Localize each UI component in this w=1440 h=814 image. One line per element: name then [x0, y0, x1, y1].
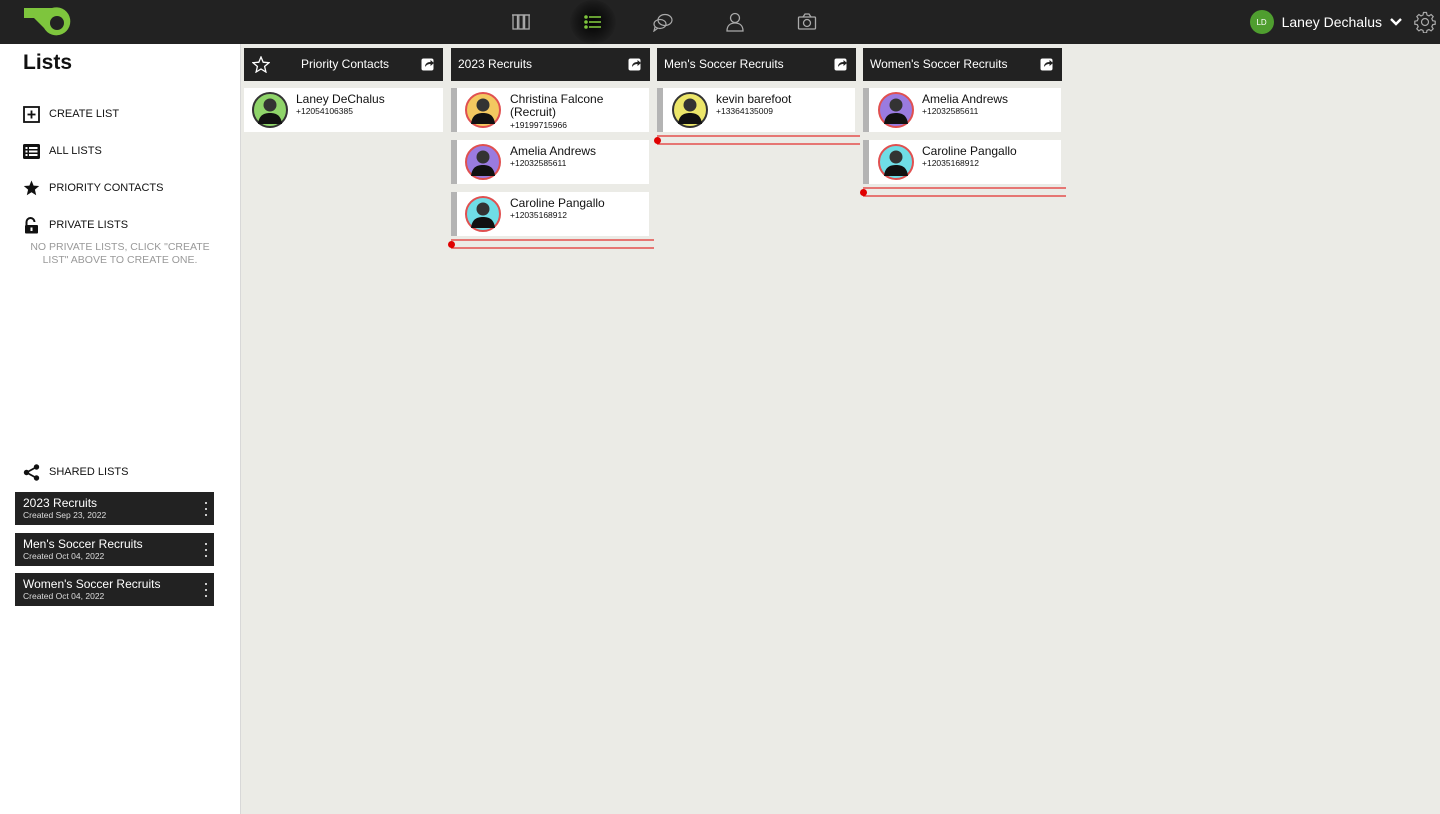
share-icon[interactable]: [1040, 57, 1054, 71]
plus-square-icon: [23, 105, 40, 123]
contact-name: Amelia Andrews: [510, 144, 597, 158]
unlock-icon: [25, 216, 38, 233]
list-icon: [23, 143, 40, 159]
contact-avatar: [465, 144, 501, 180]
shared-list-title: Women's Soccer Recruits: [23, 577, 161, 591]
create-list-label: CREATE LIST: [49, 108, 120, 120]
contact-card[interactable]: Christina Falcone (Recruit) +19199715966: [451, 88, 649, 132]
all-lists-label: ALL LISTS: [49, 145, 102, 157]
contact-phone: +12032585611: [922, 106, 979, 116]
list-column-title: Priority Contacts: [301, 57, 390, 71]
contact-card[interactable]: Caroline Pangallo +12035168912: [451, 192, 649, 236]
whistle-logo-icon[interactable]: [22, 4, 76, 40]
drop-indicator: [654, 135, 860, 145]
contact-avatar: [878, 92, 914, 128]
page-title: Lists: [23, 51, 73, 74]
shared-list-card[interactable]: Men's Soccer Recruits Created Oct 04, 20…: [15, 533, 214, 566]
contact-card[interactable]: Caroline Pangallo +12035168912: [863, 140, 1061, 184]
contacts-nav-icon[interactable]: [720, 7, 750, 37]
contact-phone: +12032585611: [510, 158, 567, 168]
list-column-header: Women's Soccer Recruits: [863, 48, 1062, 81]
list-column-header: Priority Contacts: [244, 48, 443, 81]
private-lists-label: PRIVATE LISTS: [49, 219, 129, 231]
user-name: Laney Dechalus: [1281, 14, 1382, 30]
share-icon[interactable]: [834, 57, 848, 71]
contact-phone: +12035168912: [510, 210, 567, 220]
list-column-2023-recruits: 2023 Recruits: [451, 48, 650, 81]
drop-indicator: [448, 239, 654, 249]
contact-card[interactable]: Laney DeChalus +12054106385: [244, 88, 443, 132]
chevron-down-icon: [1390, 18, 1402, 26]
priority-contacts-label: PRIORITY CONTACTS: [49, 182, 164, 194]
list-column-womens-soccer: Women's Soccer Recruits: [863, 48, 1062, 81]
drag-handle[interactable]: [451, 192, 457, 236]
contact-phone: +19199715966: [510, 120, 567, 130]
contact-name: Caroline Pangallo: [510, 196, 605, 210]
star-icon: [23, 180, 40, 196]
more-options-icon[interactable]: [204, 583, 208, 597]
private-lists-empty-message: NO PRIVATE LISTS, CLICK "CREATE LIST" AB…: [30, 241, 210, 266]
contact-avatar: [878, 144, 914, 180]
contact-name: Caroline Pangallo: [922, 144, 1017, 158]
contact-phone: +13364135009: [716, 106, 773, 116]
star-outline-icon[interactable]: [252, 56, 270, 73]
list-column-title: Women's Soccer Recruits: [870, 57, 1008, 71]
shared-list-card[interactable]: 2023 Recruits Created Sep 23, 2022: [15, 492, 214, 525]
lists-nav-icon[interactable]: [578, 7, 608, 37]
top-nav-bar: LD Laney Dechalus: [0, 0, 1440, 44]
columns-nav-icon[interactable]: [506, 7, 536, 37]
list-column-title: 2023 Recruits: [458, 57, 533, 71]
contact-name: kevin barefoot: [716, 92, 792, 106]
list-column-header: 2023 Recruits: [451, 48, 650, 81]
camera-nav-icon[interactable]: [792, 7, 822, 37]
shared-list-title: 2023 Recruits: [23, 496, 98, 510]
contact-name: Amelia Andrews: [922, 92, 1009, 106]
shared-list-title: Men's Soccer Recruits: [23, 537, 143, 551]
shared-lists-label: SHARED LISTS: [49, 466, 129, 478]
gear-icon[interactable]: [1414, 11, 1436, 33]
drag-handle[interactable]: [451, 140, 457, 184]
shared-list-created: Created Oct 04, 2022: [23, 591, 105, 601]
contact-card[interactable]: kevin barefoot +13364135009: [657, 88, 855, 132]
priority-contacts-button[interactable]: PRIORITY CONTACTS: [23, 178, 164, 198]
contact-card[interactable]: Amelia Andrews +12032585611: [863, 88, 1061, 132]
shared-list-created: Created Oct 04, 2022: [23, 551, 105, 561]
share-nodes-icon: [23, 463, 40, 481]
more-options-icon[interactable]: [204, 543, 208, 557]
drag-handle[interactable]: [451, 88, 457, 132]
contact-name: Christina Falcone (Recruit): [510, 92, 604, 119]
contact-name: Laney DeChalus: [296, 92, 385, 106]
contact-avatar: [465, 92, 501, 128]
shared-lists-header: SHARED LISTS: [23, 462, 128, 482]
contact-card[interactable]: Amelia Andrews +12032585611: [451, 140, 649, 184]
all-lists-button[interactable]: ALL LISTS: [23, 141, 102, 161]
more-options-icon[interactable]: [204, 502, 208, 516]
drag-handle[interactable]: [863, 88, 869, 132]
drag-handle[interactable]: [863, 140, 869, 184]
user-avatar: LD: [1249, 10, 1274, 34]
drop-indicator: [860, 187, 1066, 197]
private-lists-button[interactable]: PRIVATE LISTS: [23, 215, 128, 235]
list-column-header: Men's Soccer Recruits: [657, 48, 856, 81]
chats-nav-icon[interactable]: [648, 7, 678, 37]
contact-phone: +12054106385: [296, 106, 353, 116]
contact-phone: +12035168912: [922, 158, 979, 168]
contact-avatar: [465, 196, 501, 232]
shared-list-created: Created Sep 23, 2022: [23, 510, 107, 520]
list-column-mens-soccer: Men's Soccer Recruits: [657, 48, 856, 81]
share-icon[interactable]: [421, 57, 435, 71]
create-list-button[interactable]: CREATE LIST: [23, 104, 119, 124]
user-menu[interactable]: LD Laney Dechalus: [1249, 10, 1402, 34]
contact-avatar: [672, 92, 708, 128]
drag-handle[interactable]: [657, 88, 663, 132]
list-column-title: Men's Soccer Recruits: [664, 57, 784, 71]
share-icon[interactable]: [628, 57, 642, 71]
list-column-priority: Priority Contacts: [244, 48, 443, 81]
shared-list-card[interactable]: Women's Soccer Recruits Created Oct 04, …: [15, 573, 214, 606]
lists-sidebar: Lists CREATE LIST ALL LISTS PRIORITY CON…: [0, 44, 241, 814]
contact-avatar: [252, 92, 288, 128]
